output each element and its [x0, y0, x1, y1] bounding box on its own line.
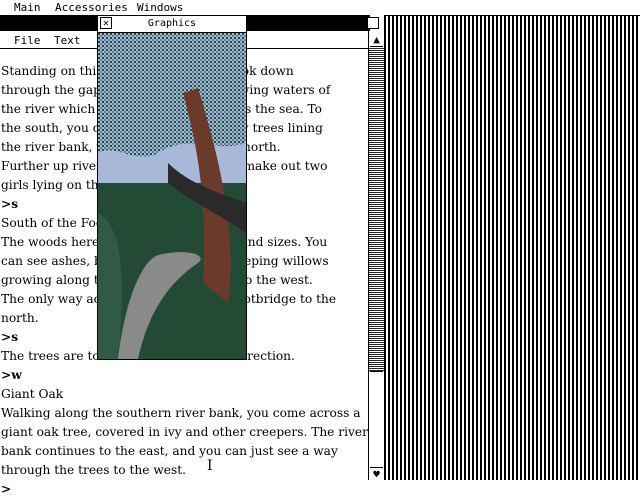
graphics-window: Graphics ✕ — [97, 15, 247, 360]
story-line: Giant Oak — [1, 387, 64, 401]
scroll-track[interactable] — [369, 47, 384, 371]
desktop-pattern — [384, 15, 640, 480]
close-icon[interactable]: ✕ — [100, 17, 112, 29]
graphics-window-title-bar[interactable]: Graphics — [98, 16, 246, 33]
graphics-window-title: Graphics — [147, 18, 197, 29]
menu-bar: Main Accessories Windows — [0, 0, 640, 16]
close-icon[interactable] — [367, 17, 379, 29]
story-line: through the trees to the west. — [1, 463, 187, 477]
menu-file[interactable]: File — [14, 32, 41, 49]
menu-main[interactable]: Main — [14, 0, 41, 15]
menu-accessories[interactable]: Accessories — [55, 0, 128, 15]
story-line: > — [1, 482, 12, 496]
story-line: giant oak tree, covered in ivy and other… — [1, 425, 368, 439]
story-line: >w — [1, 368, 22, 382]
vertical-scrollbar[interactable]: ▲ ♥ — [368, 31, 384, 481]
scroll-up-icon[interactable]: ▲ — [370, 33, 383, 47]
menu-windows[interactable]: Windows — [137, 0, 183, 15]
scroll-thumb[interactable] — [370, 371, 383, 467]
menu-text[interactable]: Text — [54, 32, 81, 49]
text-cursor-icon: I — [207, 458, 213, 474]
scroll-down-icon[interactable]: ♥ — [370, 467, 383, 481]
story-line: bank continues to the east, and you can … — [1, 444, 338, 458]
scene-illustration — [98, 33, 246, 359]
story-line: Walking along the southern river bank, y… — [1, 406, 361, 420]
